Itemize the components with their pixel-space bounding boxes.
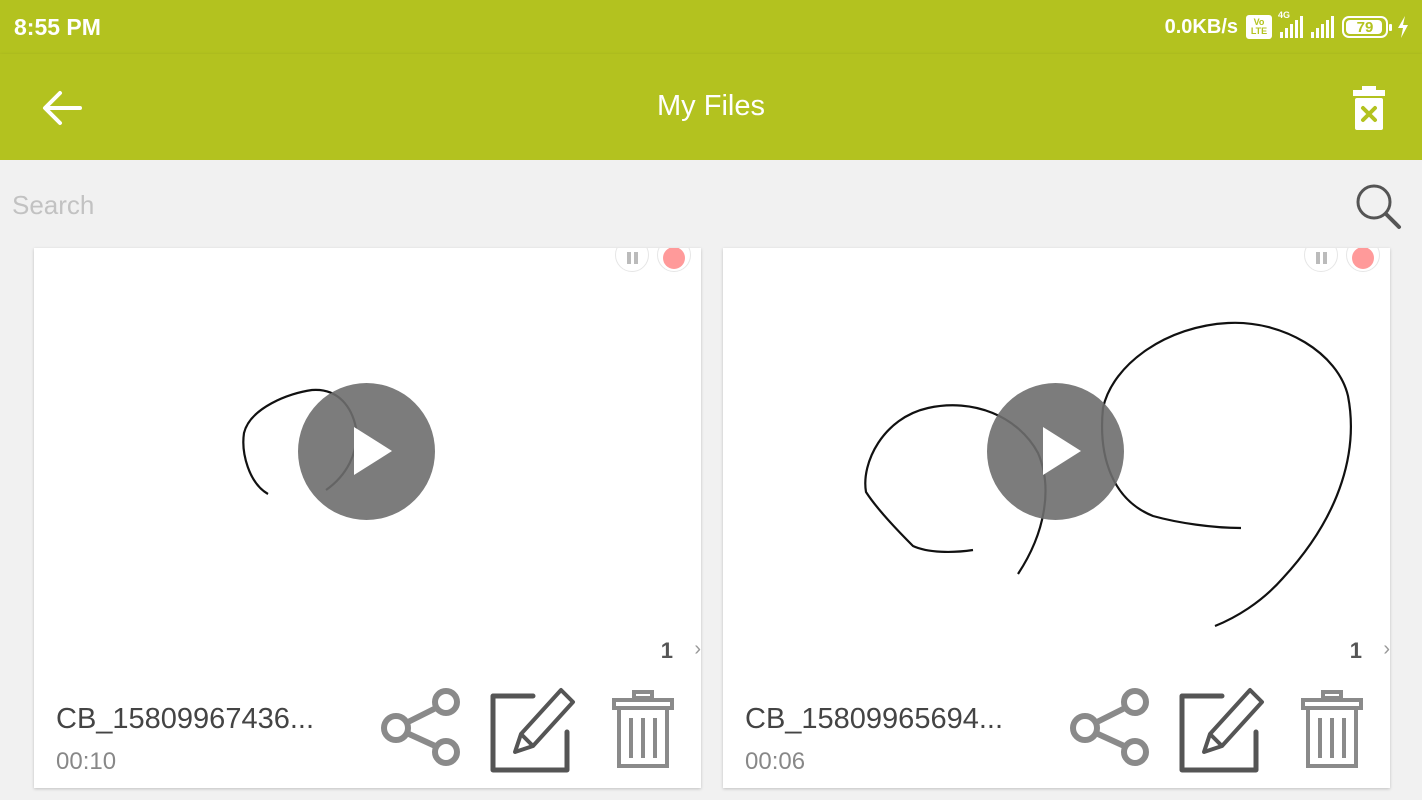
signal-4g-icon: 4G: [1278, 10, 1303, 38]
charging-icon: [1398, 16, 1408, 38]
volte-icon: Vo LTE: [1246, 15, 1272, 39]
file-duration: 00:06: [745, 748, 806, 775]
delete-icon[interactable]: [612, 690, 674, 770]
play-button[interactable]: [987, 383, 1124, 520]
signal-icon: [1311, 16, 1334, 38]
search-icon[interactable]: [1354, 182, 1402, 230]
delete-all-icon[interactable]: [1350, 84, 1388, 132]
play-button[interactable]: [298, 383, 435, 520]
network-type: 4G: [1278, 10, 1291, 20]
next-page-icon[interactable]: ›: [694, 638, 701, 661]
file-card[interactable]: 1 › CB_15809965694... 00:06: [723, 248, 1390, 788]
file-duration: 00:10: [56, 748, 117, 775]
search-bar: [0, 160, 1422, 248]
app-bar: My Files: [0, 54, 1422, 160]
delete-icon[interactable]: [1301, 690, 1363, 770]
status-bar: 8:55 PM 0.0KB/s Vo LTE 4G 79: [0, 0, 1422, 54]
battery-icon: 79: [1342, 16, 1392, 38]
search-input[interactable]: [12, 188, 1312, 222]
status-time: 8:55 PM: [14, 14, 101, 40]
share-icon[interactable]: [1069, 688, 1153, 768]
battery-level: 79: [1356, 18, 1374, 36]
page-title: My Files: [657, 90, 765, 122]
page-number: 1: [660, 638, 673, 663]
edit-icon[interactable]: [487, 684, 579, 776]
share-icon[interactable]: [380, 688, 464, 768]
file-name: CB_15809965694...: [745, 703, 1003, 735]
edit-icon[interactable]: [1176, 684, 1268, 776]
next-page-icon[interactable]: ›: [1383, 638, 1390, 661]
file-card[interactable]: 1 › CB_15809967436... 00:10: [34, 248, 701, 788]
file-name: CB_15809967436...: [56, 703, 314, 735]
status-icons: 0.0KB/s Vo LTE 4G 79: [1164, 10, 1410, 42]
page-number: 1: [1349, 638, 1362, 663]
network-speed: 0.0KB/s: [1164, 15, 1238, 38]
